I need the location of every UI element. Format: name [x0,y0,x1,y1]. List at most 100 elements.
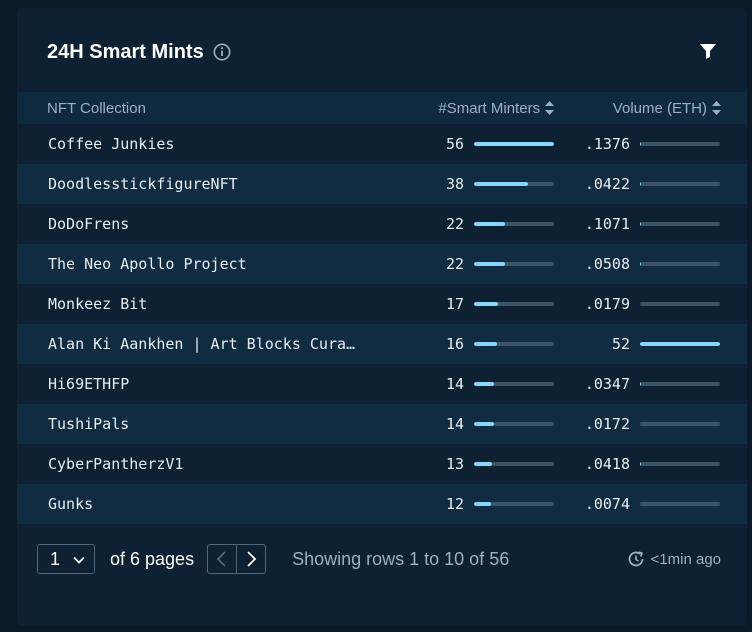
minters-bar [474,422,555,427]
page-nav [207,544,267,574]
column-header-minters[interactable]: #Smart Minters [382,92,555,124]
volume-cell: .0172 [554,404,747,444]
refresh-clock-icon[interactable] [627,550,645,568]
minters-bar-fill [474,382,495,387]
minters-bar [474,262,555,267]
table-row[interactable]: DoodlesstickfigureNFT 38 .0422 [17,164,747,204]
collection-name[interactable]: Hi69ETHFP [48,375,358,393]
info-icon[interactable] [213,43,231,61]
prev-page-button[interactable] [208,545,236,573]
last-updated-text: <1min ago [650,550,721,568]
sort-icon[interactable] [545,100,555,115]
volume-cell: .0074 [554,484,747,524]
volume-cell: .0418 [554,444,747,484]
volume-value: .0074 [584,495,630,514]
minters-cell: 22 [382,244,555,284]
volume-bar [640,462,720,467]
minters-bar [474,382,555,387]
collection-name-cell[interactable]: Gunks [17,484,382,524]
collection-name[interactable]: DoDoFrens [48,215,358,233]
minters-value: 12 [446,495,465,514]
volume-bar [640,262,720,267]
last-updated: <1min ago [627,550,721,568]
next-page-button[interactable] [236,545,265,573]
volume-cell: .0179 [554,284,747,324]
volume-value: .1376 [584,135,630,154]
collection-name-cell[interactable]: TushiPals [17,404,382,444]
table-row[interactable]: Coffee Junkies 56 .1376 [17,124,747,164]
table-row[interactable]: Monkeez Bit 17 .0179 [17,284,747,324]
volume-value: .0418 [584,455,630,474]
collection-name[interactable]: Alan Ki Aankhen | Art Blocks Curated [48,335,358,353]
minters-bar [474,462,555,467]
table-row[interactable]: DoDoFrens 22 .1071 [17,204,747,244]
collection-name[interactable]: Coffee Junkies [48,135,358,153]
mints-table: NFT Collection #Smart Minters Volume (ET… [17,92,747,524]
chevron-down-icon [73,556,85,564]
minters-value: 16 [446,335,465,354]
minters-bar-fill [474,462,493,467]
table-row[interactable]: CyberPantherzV1 13 .0418 [17,444,747,484]
minters-cell: 56 [382,124,555,164]
volume-bar [640,382,720,387]
column-header-collection: NFT Collection [47,99,146,117]
collection-name[interactable]: DoodlesstickfigureNFT [48,175,358,193]
collection-name-cell[interactable]: The Neo Apollo Project [17,244,382,284]
page-count: of 6 pages [110,548,195,569]
volume-bar [640,222,720,227]
minters-bar-fill [474,302,499,307]
collection-name-cell[interactable]: Coffee Junkies [17,124,382,164]
table-row[interactable]: Gunks 12 .0074 [17,484,747,524]
pagination-bar: 1 of 6 pages Showing rows 1 to 10 of 56 … [37,543,721,575]
volume-bar [640,502,720,507]
collection-name-cell[interactable]: Monkeez Bit [17,284,382,324]
minters-cell: 38 [382,164,555,204]
table-row[interactable]: TushiPals 14 .0172 [17,404,747,444]
volume-bar [640,182,720,187]
volume-value: .0172 [584,415,630,434]
collection-name-cell[interactable]: DoodlesstickfigureNFT [17,164,382,204]
minters-cell: 13 [382,444,555,484]
minters-bar [474,182,555,187]
current-page-value: 1 [50,548,61,569]
minters-value: 22 [446,215,465,234]
collection-name-cell[interactable]: Alan Ki Aankhen | Art Blocks Curated [17,324,382,364]
minters-bar-fill [474,182,529,187]
collection-name-cell[interactable]: Hi69ETHFP [17,364,382,404]
page-select[interactable]: 1 [37,544,95,574]
volume-cell: .1376 [554,124,747,164]
volume-bar-fill [640,342,720,347]
table-row[interactable]: Hi69ETHFP 14 .0347 [17,364,747,404]
volume-cell: .0422 [554,164,747,204]
column-header-volume[interactable]: Volume (ETH) [554,92,747,124]
table-header-row: NFT Collection #Smart Minters Volume (ET… [17,92,747,124]
card-title: 24H Smart Mints [47,40,204,63]
sort-icon[interactable] [712,100,721,115]
volume-bar [640,142,720,147]
minters-bar [474,222,555,227]
table-row[interactable]: The Neo Apollo Project 22 .0508 [17,244,747,284]
volume-value: 52 [611,335,630,354]
volume-cell: .1071 [554,204,747,244]
minters-bar-fill [474,502,491,507]
minters-bar [474,502,555,507]
minters-bar-fill [474,142,555,147]
minters-bar [474,342,555,347]
collection-name[interactable]: Monkeez Bit [48,295,358,313]
collection-name[interactable]: The Neo Apollo Project [48,255,358,273]
volume-cell: 52 [554,324,747,364]
volume-cell: .0347 [554,364,747,404]
minters-value: 17 [446,295,465,314]
minters-bar [474,142,555,147]
volume-bar [640,342,720,347]
minters-value: 22 [446,255,465,274]
collection-name-cell[interactable]: DoDoFrens [17,204,382,244]
table-row[interactable]: Alan Ki Aankhen | Art Blocks Curated 16 52 [17,324,747,364]
collection-name[interactable]: TushiPals [48,415,358,433]
filter-icon[interactable] [699,42,717,60]
collection-name[interactable]: CyberPantherzV1 [48,455,358,473]
collection-name-cell[interactable]: CyberPantherzV1 [17,444,382,484]
collection-name[interactable]: Gunks [48,495,358,513]
minters-value: 14 [446,415,465,434]
volume-bar [640,302,720,307]
